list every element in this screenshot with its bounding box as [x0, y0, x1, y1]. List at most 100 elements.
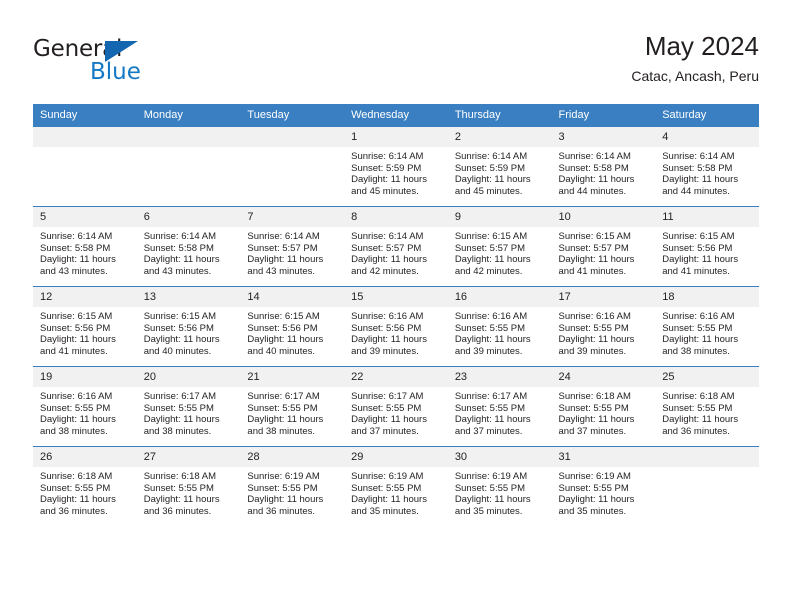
sunrise-text: Sunrise: 6:17 AM: [143, 391, 217, 402]
daylight-text-line2: and 44 minutes.: [662, 185, 730, 197]
daylight-text-line1: Daylight: 11 hours: [454, 334, 531, 346]
calendar-day-cell[interactable]: 21 Sunrise: 6:17 AM Sunset: 5:55 PM Dayligh…: [240, 366, 345, 447]
daylight-text-line1: Daylight: 11 hours: [454, 494, 531, 506]
calendar-day-cell[interactable]: 16 Sunrise: 6:16 AM Sunset: 5:55 PM Dayligh…: [447, 286, 552, 367]
calendar-day-cell[interactable]: 8 Sunrise: 6:14 AM Sunset: 5:57 PM Daylight…: [344, 206, 448, 287]
calendar-day-cell[interactable]: 6 Sunrise: 6:14 AM Sunset: 5:58 PM Daylight…: [136, 206, 241, 287]
calendar-day-cell[interactable]: 12 Sunrise: 6:15 AM Sunset: 5:56 PM Dayligh…: [33, 286, 137, 367]
day-number: 15: [344, 287, 448, 307]
day-number: 31: [551, 447, 656, 467]
calendar-day-cell[interactable]: 19 Sunrise: 6:16 AM Sunset: 5:55 PM Dayligh…: [33, 366, 137, 447]
day-number: [655, 447, 759, 467]
calendar-day-cell[interactable]: 14 Sunrise: 6:15 AM Sunset: 5:56 PM Dayligh…: [240, 286, 345, 367]
sunrise-text: Sunrise: 6:14 AM: [558, 151, 631, 162]
day-details: Sunrise: 6:18 AM Sunset: 5:55 PM Daylight:…: [552, 387, 656, 437]
day-details: Sunrise: 6:19 AM Sunset: 5:55 PM Daylight:…: [448, 467, 552, 517]
calendar-week-row: 5 Sunrise: 6:14 AM Sunset: 5:58 PM Daylight…: [33, 206, 759, 287]
day-details: Sunrise: 6:15 AM Sunset: 5:57 PM Daylight:…: [552, 227, 656, 277]
daylight-text-line2: and 38 minutes.: [247, 425, 316, 437]
calendar-week-row: 12 Sunrise: 6:15 AM Sunset: 5:56 PM Dayligh…: [33, 286, 759, 367]
daylight-text-line2: and 38 minutes.: [662, 345, 730, 357]
page-title: May 2024: [644, 31, 759, 61]
calendar-day-cell[interactable]: 28 Sunrise: 6:19 AM Sunset: 5:55 PM Dayligh…: [240, 446, 345, 526]
sunrise-text: Sunrise: 6:14 AM: [143, 231, 217, 242]
day-details: Sunrise: 6:19 AM Sunset: 5:55 PM Daylight:…: [240, 467, 344, 517]
sunset-text: Sunset: 5:56 PM: [351, 322, 422, 334]
day-details: Sunrise: 6:16 AM Sunset: 5:56 PM Daylight:…: [344, 307, 448, 357]
day-number: 5: [33, 207, 137, 227]
calendar-day-cell[interactable]: 13 Sunrise: 6:15 AM Sunset: 5:56 PM Dayligh…: [136, 286, 241, 367]
calendar-week-row: 1 Sunrise: 6:14 AM Sunset: 5:59 PM Daylight…: [33, 126, 759, 207]
daylight-text-line2: and 36 minutes.: [247, 505, 316, 517]
sunrise-text: Sunrise: 6:15 AM: [662, 231, 735, 242]
sunrise-text: Sunrise: 6:14 AM: [351, 151, 424, 162]
daylight-text-line1: Daylight: 11 hours: [143, 254, 220, 266]
day-details: Sunrise: 6:14 AM Sunset: 5:57 PM Daylight:…: [344, 227, 448, 277]
daylight-text-line1: Daylight: 11 hours: [247, 494, 324, 506]
daylight-text-line2: and 40 minutes.: [143, 345, 212, 357]
calendar-day-cell[interactable]: 2 Sunrise: 6:14 AM Sunset: 5:59 PM Daylight…: [447, 126, 552, 207]
sunrise-text: Sunrise: 6:17 AM: [247, 391, 320, 402]
calendar-day-cell[interactable]: 5 Sunrise: 6:14 AM Sunset: 5:58 PM Daylight…: [33, 206, 137, 287]
day-number: 21: [240, 367, 345, 387]
daylight-text-line1: Daylight: 11 hours: [558, 414, 635, 426]
daylight-text-line2: and 37 minutes.: [454, 425, 523, 437]
sunrise-text: Sunrise: 6:16 AM: [558, 311, 631, 322]
day-number: 9: [447, 207, 552, 227]
calendar-day-cell[interactable]: 4 Sunrise: 6:14 AM Sunset: 5:58 PM Daylight…: [655, 126, 759, 207]
logo-text-blue: Blue: [90, 59, 141, 85]
calendar-day-cell[interactable]: 18 Sunrise: 6:16 AM Sunset: 5:55 PM Dayligh…: [655, 286, 759, 367]
calendar-day-cell[interactable]: 31 Sunrise: 6:19 AM Sunset: 5:55 PM Dayligh…: [551, 446, 656, 526]
day-number: [33, 127, 137, 147]
calendar-day-cell[interactable]: 29 Sunrise: 6:19 AM Sunset: 5:55 PM Dayligh…: [344, 446, 448, 526]
calendar-page: General Blue May 2024 Catac, Ancash, Per…: [0, 0, 792, 612]
daylight-text-line1: Daylight: 11 hours: [247, 254, 324, 266]
daylight-text-line2: and 41 minutes.: [662, 265, 730, 277]
day-number: 22: [344, 367, 448, 387]
sunrise-text: Sunrise: 6:14 AM: [40, 231, 113, 242]
sunset-text: Sunset: 5:58 PM: [662, 162, 733, 174]
page-subtitle-location: Catac, Ancash, Peru: [631, 68, 759, 84]
sunset-text: Sunset: 5:57 PM: [351, 242, 422, 254]
sunset-text: Sunset: 5:58 PM: [143, 242, 214, 254]
calendar-day-cell[interactable]: 3 Sunrise: 6:14 AM Sunset: 5:58 PM Daylight…: [551, 126, 656, 207]
day-details: Sunrise: 6:18 AM Sunset: 5:55 PM Daylight:…: [137, 467, 241, 517]
calendar-day-cell[interactable]: 24 Sunrise: 6:18 AM Sunset: 5:55 PM Dayligh…: [551, 366, 656, 447]
day-number: 26: [33, 447, 137, 467]
daylight-text-line1: Daylight: 11 hours: [662, 334, 739, 346]
daylight-text-line2: and 41 minutes.: [558, 265, 627, 277]
calendar-day-cell[interactable]: 11 Sunrise: 6:15 AM Sunset: 5:56 PM Dayligh…: [655, 206, 759, 287]
calendar-day-cell[interactable]: 1 Sunrise: 6:14 AM Sunset: 5:59 PM Daylight…: [344, 126, 448, 207]
daylight-text-line1: Daylight: 11 hours: [143, 334, 220, 346]
calendar-day-cell[interactable]: 30 Sunrise: 6:19 AM Sunset: 5:55 PM Dayligh…: [447, 446, 552, 526]
day-number: 11: [655, 207, 759, 227]
sunset-text: Sunset: 5:57 PM: [558, 242, 629, 254]
day-number: 12: [33, 287, 137, 307]
sunset-text: Sunset: 5:55 PM: [454, 322, 526, 334]
calendar-table: Sunday Monday Tuesday Wednesday Thursday…: [33, 104, 759, 526]
calendar-day-cell[interactable]: 10 Sunrise: 6:15 AM Sunset: 5:57 PM Dayligh…: [551, 206, 656, 287]
calendar-day-cell[interactable]: 17 Sunrise: 6:16 AM Sunset: 5:55 PM Dayligh…: [551, 286, 656, 367]
weekday-header-row: Sunday Monday Tuesday Wednesday Thursday…: [33, 104, 759, 127]
calendar-day-cell[interactable]: 26 Sunrise: 6:18 AM Sunset: 5:55 PM Dayligh…: [33, 446, 137, 526]
calendar-day-cell[interactable]: 7 Sunrise: 6:14 AM Sunset: 5:57 PM Daylight…: [240, 206, 345, 287]
general-blue-logo[interactable]: General Blue: [33, 36, 233, 92]
daylight-text-line1: Daylight: 11 hours: [662, 254, 739, 266]
title-block: May 2024 Catac, Ancash, Peru: [631, 30, 759, 87]
day-number: 17: [551, 287, 656, 307]
calendar-day-cell[interactable]: 15 Sunrise: 6:16 AM Sunset: 5:56 PM Dayligh…: [344, 286, 448, 367]
day-details: Sunrise: 6:14 AM Sunset: 5:59 PM Daylight:…: [344, 147, 448, 197]
calendar-day-cell[interactable]: 9 Sunrise: 6:15 AM Sunset: 5:57 PM Daylight…: [447, 206, 552, 287]
calendar-day-cell[interactable]: 25 Sunrise: 6:18 AM Sunset: 5:55 PM Dayligh…: [655, 366, 759, 447]
daylight-text-line1: Daylight: 11 hours: [662, 174, 739, 186]
calendar-day-cell[interactable]: 22 Sunrise: 6:17 AM Sunset: 5:55 PM Dayligh…: [344, 366, 448, 447]
calendar-day-cell[interactable]: 20 Sunrise: 6:17 AM Sunset: 5:55 PM Dayligh…: [136, 366, 241, 447]
sunrise-text: Sunrise: 6:15 AM: [40, 311, 113, 322]
sunrise-text: Sunrise: 6:15 AM: [454, 231, 528, 242]
day-details: Sunrise: 6:15 AM Sunset: 5:56 PM Daylight:…: [655, 227, 759, 277]
sunset-text: Sunset: 5:55 PM: [351, 482, 422, 494]
calendar-day-cell[interactable]: 27 Sunrise: 6:18 AM Sunset: 5:55 PM Dayligh…: [136, 446, 241, 526]
calendar-day-cell[interactable]: 23 Sunrise: 6:17 AM Sunset: 5:55 PM Dayligh…: [447, 366, 552, 447]
sunset-text: Sunset: 5:57 PM: [454, 242, 526, 254]
sunset-text: Sunset: 5:56 PM: [143, 322, 214, 334]
